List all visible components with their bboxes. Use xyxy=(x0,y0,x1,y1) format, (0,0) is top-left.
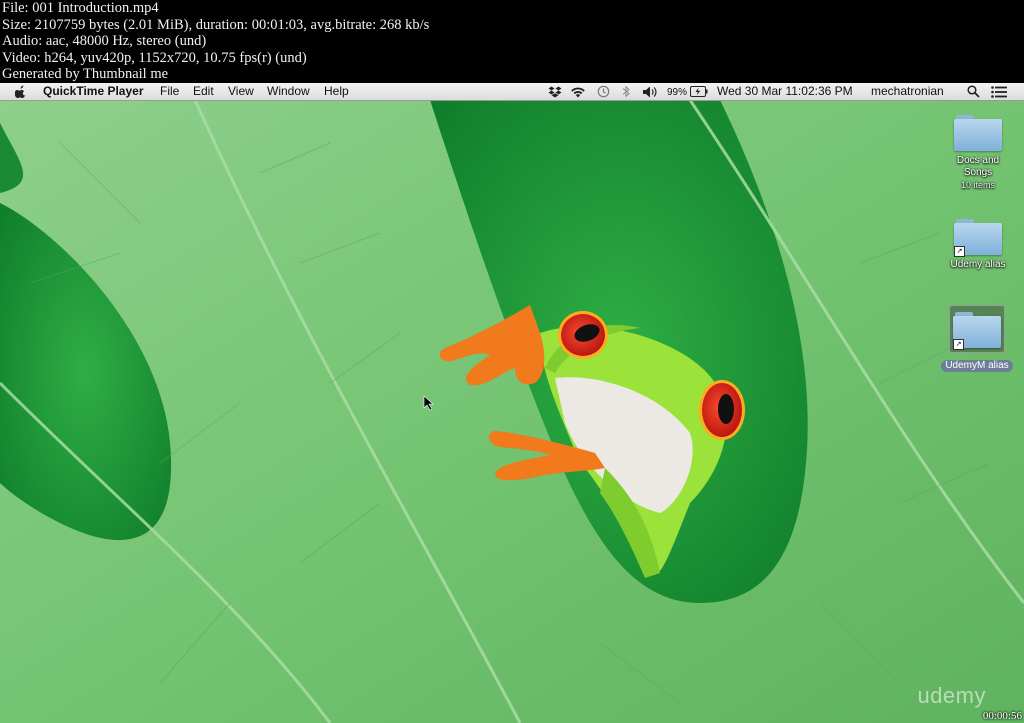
udemy-watermark: udemy xyxy=(917,683,986,708)
desktop-item-label: UdemyM alias xyxy=(941,360,1013,372)
app-menu-quicktime[interactable]: QuickTime Player xyxy=(43,84,144,99)
menu-edit[interactable]: Edit xyxy=(193,84,214,99)
notification-center-icon[interactable] xyxy=(990,84,1008,99)
info-video-line: Video: h264, yuv420p, 1152x720, 10.75 fp… xyxy=(2,49,307,66)
info-audio-line: Audio: aac, 48000 Hz, stereo (und) xyxy=(2,33,207,50)
menu-file[interactable]: File xyxy=(160,84,179,99)
video-info-header: File: 001 Introduction.mp4 Size: 2107759… xyxy=(0,0,1024,83)
desktop-screen: QuickTime Player File Edit View Window H… xyxy=(0,83,1024,723)
info-file-line: File: 001 Introduction.mp4 xyxy=(2,0,159,16)
desktop-item-label: Docs and Songs xyxy=(956,155,1000,178)
volume-icon[interactable] xyxy=(641,84,659,99)
battery-percentage: 99% xyxy=(667,87,688,98)
menu-user[interactable]: mechatronian xyxy=(871,84,944,99)
folder-icon xyxy=(954,113,1002,151)
bluetooth-icon[interactable] xyxy=(620,84,632,99)
desktop-item-subtitle: 10 items xyxy=(960,180,995,190)
desktop-alias-udemy[interactable]: ↗ Udemy alias xyxy=(938,217,1018,271)
folder-alias-icon: ↗ xyxy=(953,310,1001,350)
wifi-icon[interactable] xyxy=(569,84,587,99)
apple-menu-icon[interactable] xyxy=(14,84,28,99)
spotlight-icon[interactable] xyxy=(965,84,981,99)
menu-help[interactable]: Help xyxy=(324,84,349,99)
menu-view[interactable]: View xyxy=(228,84,254,99)
time-machine-icon[interactable] xyxy=(595,84,611,99)
folder-alias-icon: ↗ xyxy=(954,217,1002,257)
desktop-folder-docs-and-songs[interactable]: Docs and Songs 10 items xyxy=(938,113,1018,191)
menu-window[interactable]: Window xyxy=(267,84,310,99)
desktop-alias-udemym-selected[interactable]: ↗ UdemyM alias xyxy=(937,305,1017,372)
dropbox-icon[interactable] xyxy=(547,84,563,99)
battery-icon[interactable] xyxy=(689,84,709,99)
menu-clock[interactable]: Wed 30 Mar 11:02:36 PM xyxy=(717,84,853,99)
video-timecode: 00:00:56 xyxy=(982,710,1022,722)
desktop-item-label: Udemy alias xyxy=(950,259,1006,270)
frog-leaf-wallpaper xyxy=(0,83,1024,723)
menu-bar: QuickTime Player File Edit View Window H… xyxy=(0,83,1024,101)
info-generator-line: Generated by Thumbnail me xyxy=(2,66,169,83)
info-size-line: Size: 2107759 bytes (2.01 MiB), duration… xyxy=(2,16,430,33)
